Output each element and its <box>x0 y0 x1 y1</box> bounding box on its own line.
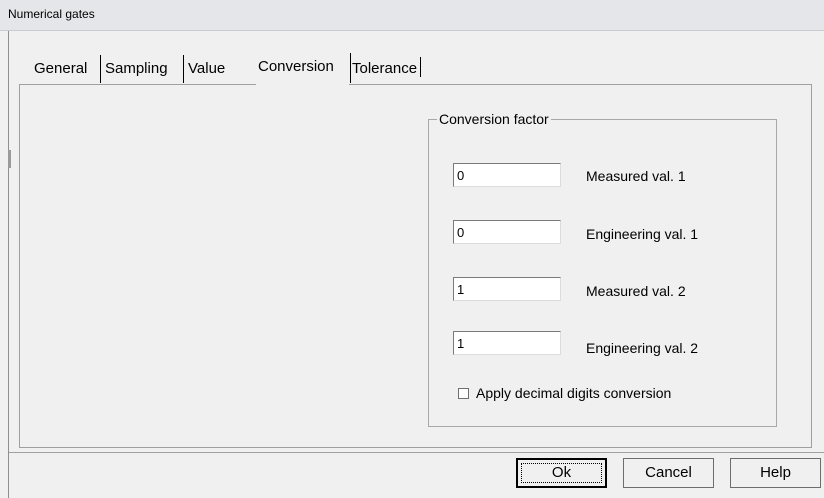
window-title: Numerical gates <box>8 7 95 21</box>
ok-button[interactable]: Ok <box>516 458 607 488</box>
tab-active-edge <box>350 53 351 83</box>
tab-tolerance-edge <box>420 57 422 77</box>
tab-tolerance[interactable]: Tolerance <box>352 55 422 83</box>
decimal-digits-checkbox[interactable] <box>458 388 469 399</box>
tab-general[interactable]: General <box>34 55 87 83</box>
tab-conversion[interactable]: Conversion <box>256 53 351 85</box>
decimal-digits-label[interactable]: Apply decimal digits conversion <box>476 385 671 401</box>
conversion-factor-title: Conversion factor <box>437 111 551 127</box>
help-button[interactable]: Help <box>730 458 821 488</box>
numerical-gates-dialog: Numerical gates General Sampling Value C… <box>0 0 824 498</box>
tab-sampling[interactable]: Sampling <box>100 55 168 83</box>
footer-divider <box>9 452 824 453</box>
cancel-button[interactable]: Cancel <box>623 458 714 488</box>
measured-val-2-input[interactable] <box>453 277 561 301</box>
engineering-val-2-input[interactable] <box>453 331 561 355</box>
engineering-val-1-input[interactable] <box>453 220 561 244</box>
ok-focus-rect <box>521 463 602 483</box>
measured-val-2-label: Measured val. 2 <box>586 283 686 299</box>
window-edge-marker <box>8 150 11 168</box>
engineering-val-1-label: Engineering val. 1 <box>586 226 699 242</box>
tab-value[interactable]: Value <box>183 55 225 83</box>
measured-val-1-input[interactable] <box>453 163 561 187</box>
tab-conversion-label: Conversion <box>258 58 334 75</box>
measured-val-1-label: Measured val. 1 <box>586 168 686 184</box>
engineering-val-2-label: Engineering val. 2 <box>586 340 699 356</box>
title-bar[interactable]: Numerical gates <box>0 0 824 31</box>
tab-tolerance-label: Tolerance <box>352 60 418 77</box>
